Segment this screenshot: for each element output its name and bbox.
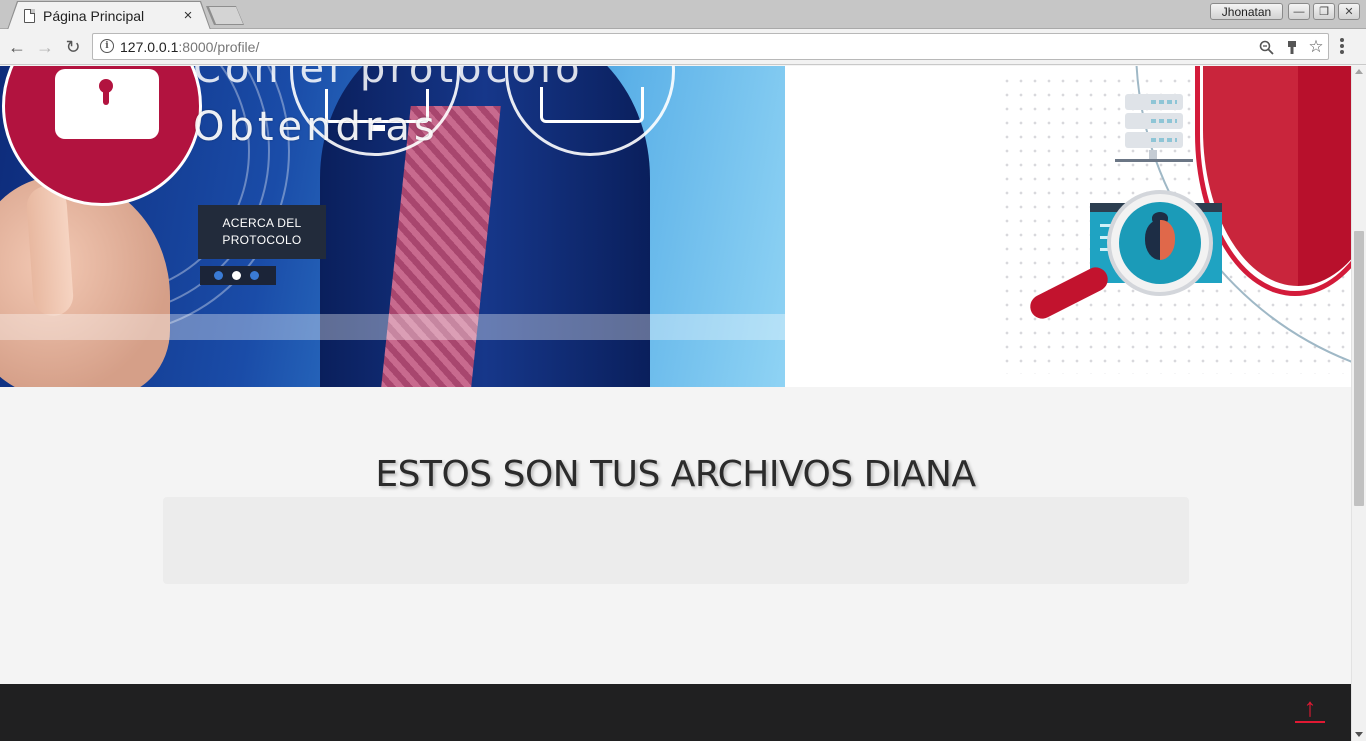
zoom-icon[interactable] xyxy=(1257,38,1275,56)
files-title: ESTOS SON TUS ARCHIVOS DIANA xyxy=(375,454,976,495)
scroll-thumb[interactable] xyxy=(1354,231,1364,506)
slide-dot-1[interactable] xyxy=(214,271,223,280)
tab-title: Página Principal xyxy=(43,7,145,24)
server-icon xyxy=(1125,113,1183,129)
browser-menu-icon[interactable] xyxy=(1340,38,1344,56)
reload-button[interactable]: ↻ xyxy=(60,34,86,60)
back-button[interactable]: ← xyxy=(4,34,30,60)
browser-toolbar: ← → ↻ i 127.0.0.1:8000/profile/ ☆ xyxy=(0,29,1366,65)
hero-slider: Con el protocolo Obtendras ACERCA DEL PRO… xyxy=(0,66,785,387)
restore-button[interactable]: ❐ xyxy=(1313,3,1335,20)
browser-titlebar: Página Principal × Jhonatan — ❐ ✕ xyxy=(0,0,1366,30)
address-bar[interactable]: i 127.0.0.1:8000/profile/ ☆ xyxy=(92,33,1329,60)
forward-button[interactable]: → xyxy=(32,34,58,60)
profile-button[interactable]: Jhonatan xyxy=(1210,3,1283,20)
active-tab-content[interactable]: Página Principal × xyxy=(24,2,214,29)
about-protocol-label-1: ACERCA DEL xyxy=(222,216,302,230)
security-illustration xyxy=(785,66,1351,387)
hero-band xyxy=(0,314,785,340)
server-icon xyxy=(1125,94,1183,110)
slide-dot-3[interactable] xyxy=(250,271,259,280)
server-base xyxy=(1115,159,1193,162)
close-window-button[interactable]: ✕ xyxy=(1338,3,1360,20)
page-scrollbar[interactable] xyxy=(1351,66,1366,741)
about-protocol-button[interactable]: ACERCA DEL PROTOCOLO xyxy=(198,205,326,259)
site-info-icon[interactable]: i xyxy=(100,39,114,53)
url-text[interactable]: 127.0.0.1:8000/profile/ xyxy=(120,39,259,55)
tab-close-icon[interactable]: × xyxy=(181,7,195,24)
about-protocol-label-2: PROTOCOLO xyxy=(222,233,302,247)
page-icon xyxy=(24,8,35,23)
url-host: 127.0.0.1 xyxy=(120,39,179,55)
pin-extension-icon[interactable] xyxy=(1283,38,1301,56)
bookmark-star-icon[interactable]: ☆ xyxy=(1307,37,1325,56)
slider-indicators xyxy=(200,266,276,285)
slide-dot-2[interactable] xyxy=(232,271,241,280)
page-viewport: Con el protocolo Obtendras ACERCA DEL PRO… xyxy=(0,66,1351,741)
url-path: :8000/profile/ xyxy=(178,39,260,55)
scroll-down-arrow-icon[interactable] xyxy=(1355,732,1363,737)
bug-icon xyxy=(1119,202,1201,284)
scroll-up-arrow-icon[interactable] xyxy=(1355,69,1363,74)
server-icon xyxy=(1125,132,1183,148)
back-to-top-arrow-icon[interactable]: ↑ xyxy=(1295,694,1325,724)
footer: ↑ xyxy=(0,684,1351,741)
hero-headline-top: Con el protocolo xyxy=(193,66,584,92)
files-container xyxy=(163,497,1189,584)
minimize-button[interactable]: — xyxy=(1288,3,1310,20)
hero-headline: Obtendras xyxy=(193,104,439,150)
